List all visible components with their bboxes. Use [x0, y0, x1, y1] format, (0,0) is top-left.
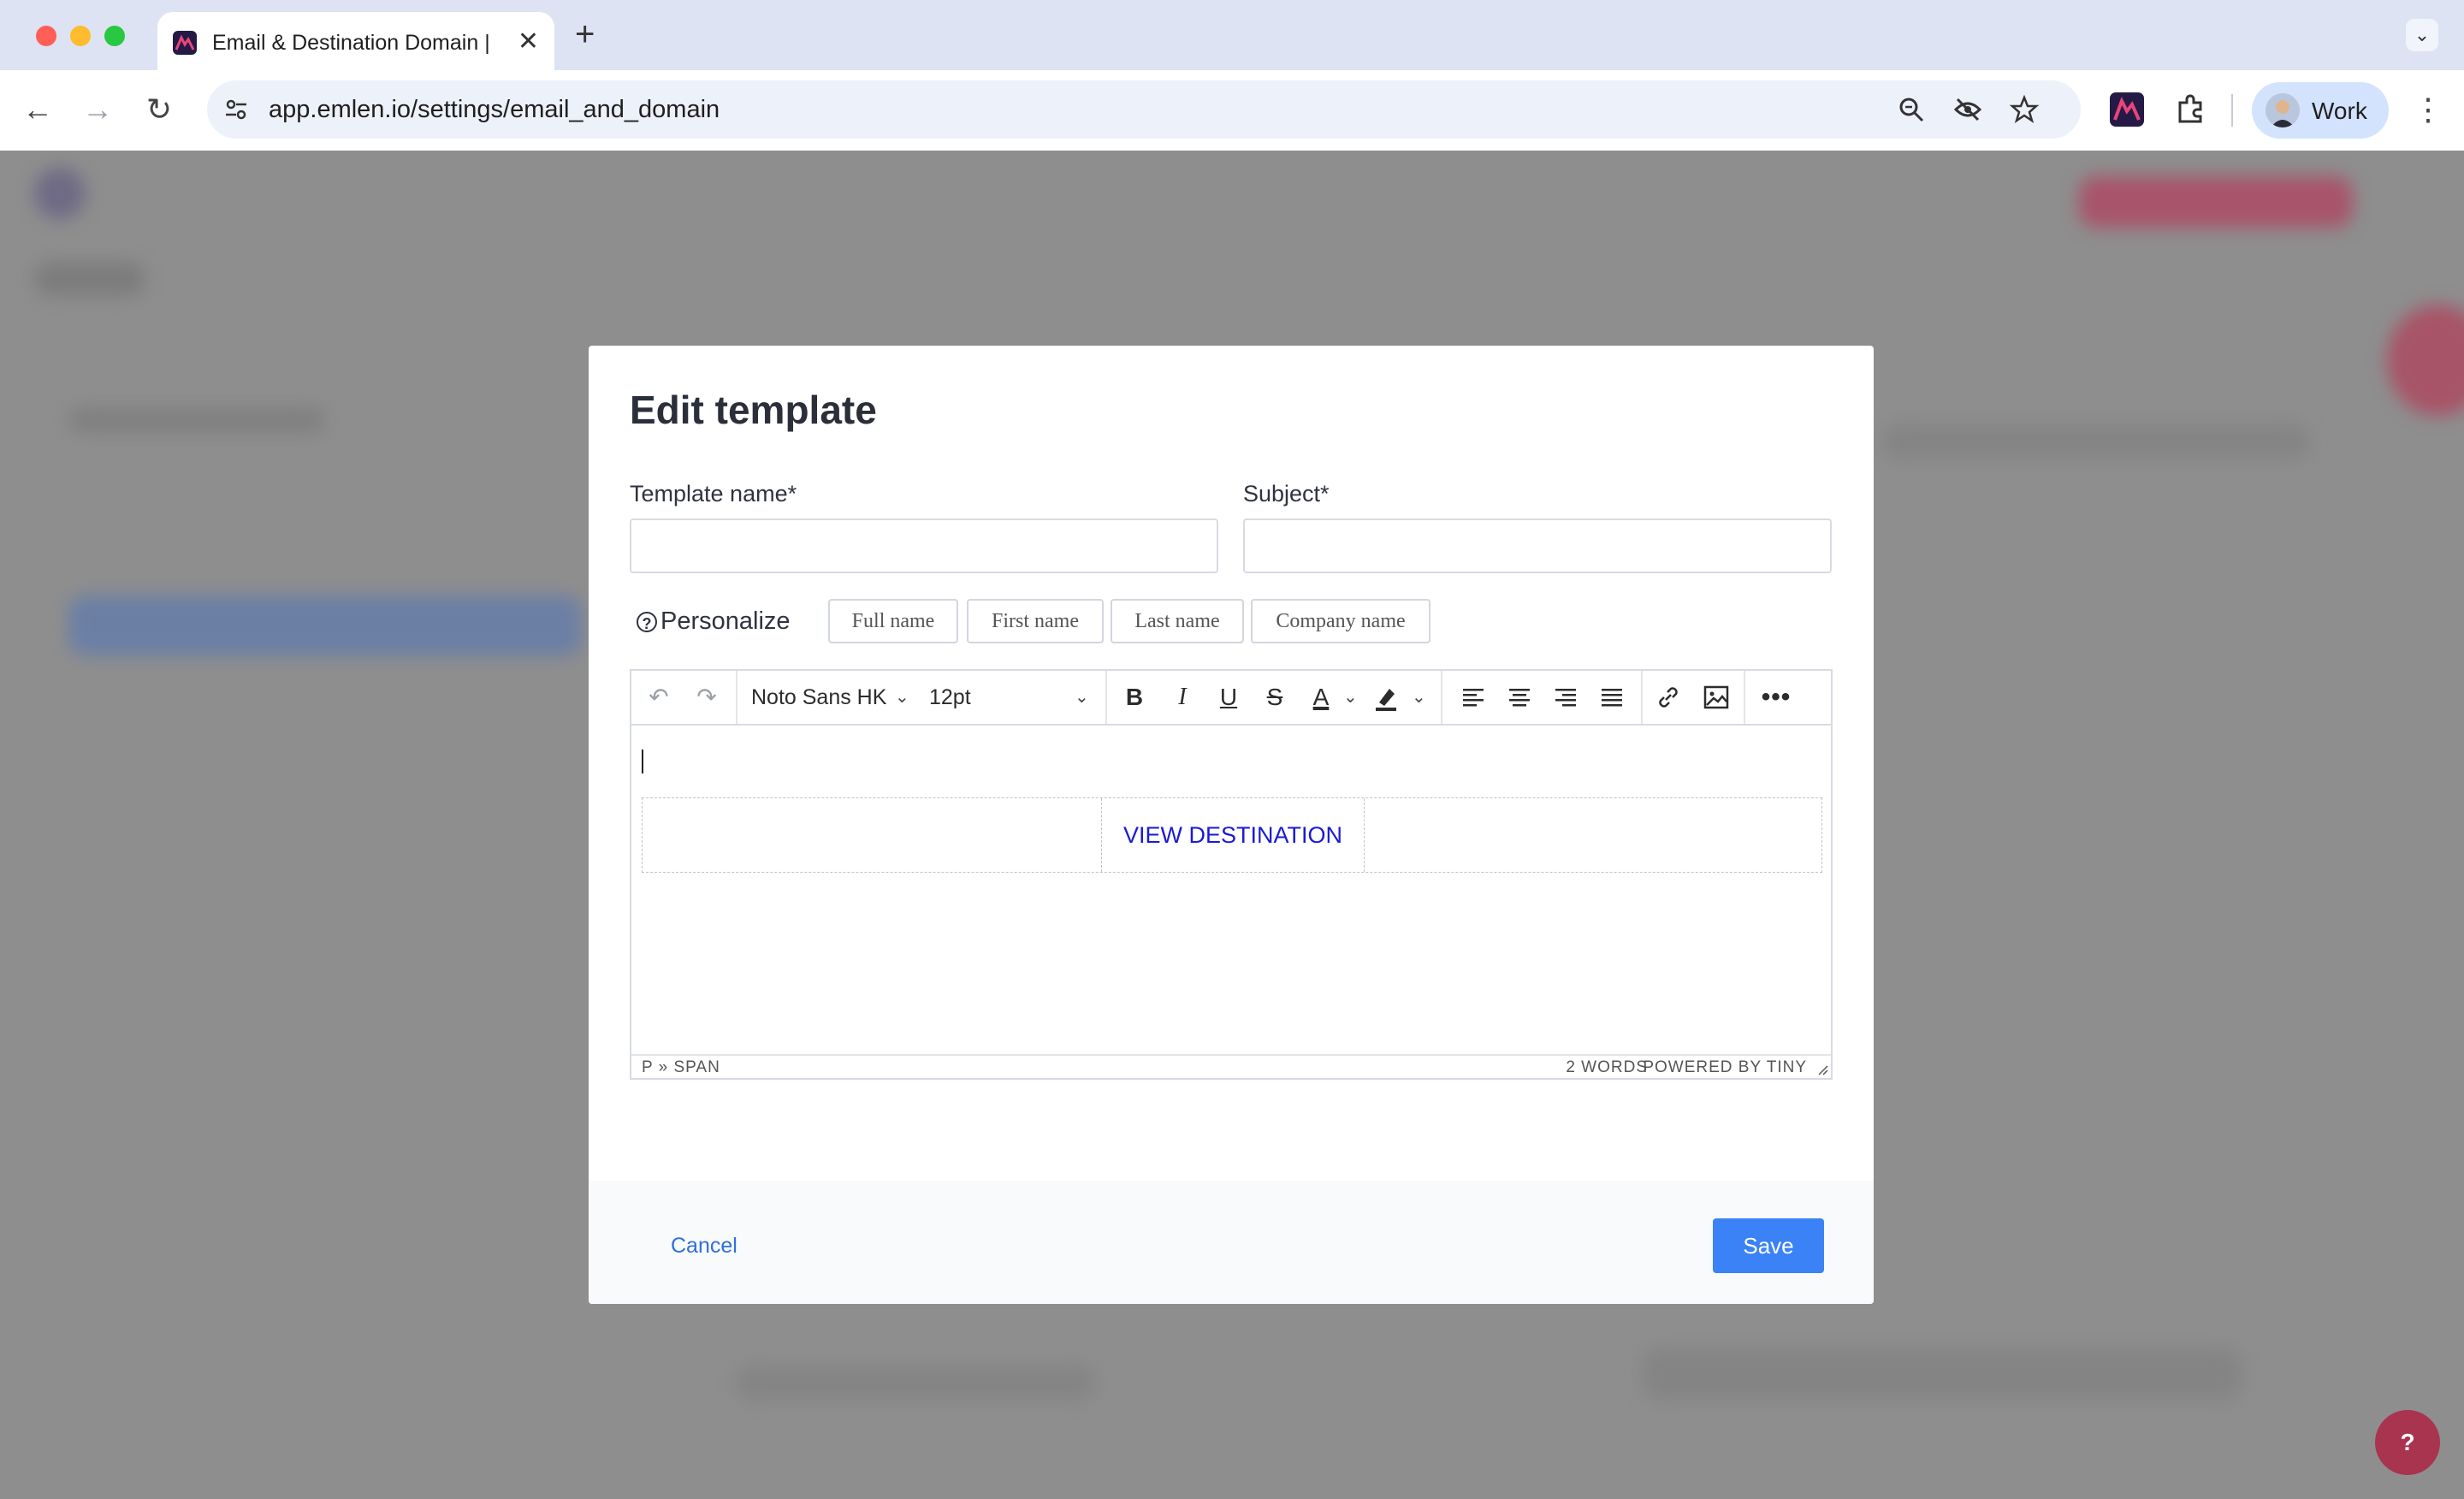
underline-icon[interactable]: U — [1211, 682, 1246, 713]
personalize-company-name-button[interactable]: Company name — [1251, 599, 1430, 643]
toolbar-divider — [2231, 94, 2233, 127]
url-text[interactable]: app.emlen.io/settings/email_and_domain — [269, 96, 720, 124]
text-color-icon[interactable]: A — [1304, 682, 1338, 713]
address-bar[interactable]: app.emlen.io/settings/email_and_domain — [207, 80, 2081, 139]
browser-tab-strip: Email & Destination Domain | ✕ + ⌄ — [0, 0, 2464, 70]
profile-button[interactable]: Work — [2252, 82, 2389, 139]
browser-toolbar: ← → ↻ app.emlen.io/settings/email_and_do… — [0, 70, 2464, 151]
edit-template-modal: Edit template Template name* Subject* ? P… — [589, 346, 1874, 1304]
chevron-down-icon[interactable]: ⌄ — [895, 682, 917, 713]
resize-handle-icon[interactable] — [1815, 1063, 1829, 1076]
align-justify-icon[interactable] — [1596, 682, 1627, 713]
star-icon[interactable] — [2009, 94, 2040, 125]
link-icon[interactable] — [1653, 682, 1684, 713]
forward-icon[interactable]: → — [79, 91, 116, 128]
help-button[interactable]: ? — [2375, 1410, 2440, 1475]
personalize-first-name-button[interactable]: First name — [967, 599, 1104, 643]
highlight-icon[interactable] — [1371, 682, 1401, 713]
help-circle-icon[interactable]: ? — [637, 612, 657, 633]
undo-icon[interactable]: ↶ — [642, 682, 676, 713]
element-path[interactable]: P » SPAN — [642, 1058, 720, 1077]
template-name-label: Template name* — [630, 481, 797, 507]
toolbar-separator — [1744, 671, 1745, 724]
cancel-button[interactable]: Cancel — [671, 1234, 737, 1259]
bold-icon[interactable]: B — [1117, 682, 1152, 713]
back-icon[interactable]: ← — [19, 91, 56, 128]
align-right-icon[interactable] — [1550, 682, 1581, 713]
kebab-menu-icon[interactable]: ⋮ — [2413, 91, 2443, 128]
extension-emlen-icon[interactable] — [2110, 92, 2144, 127]
template-name-input[interactable] — [630, 518, 1218, 573]
align-center-icon[interactable] — [1504, 682, 1535, 713]
modal-footer: Cancel Save — [589, 1181, 1874, 1304]
window-minimize-button[interactable] — [70, 26, 91, 46]
view-destination-link[interactable]: VIEW DESTINATION — [1102, 822, 1364, 849]
align-left-icon[interactable] — [1458, 682, 1489, 713]
personalize-label-group: ? Personalize — [637, 607, 791, 636]
personalize-full-name-button[interactable]: Full name — [828, 599, 958, 643]
editor-toolbar: ↶ ↷ Noto Sans HK ⌄ 12pt ⌄ B I U S A ⌄ ⌄ — [631, 671, 1831, 726]
powered-by-link[interactable]: POWERED BY TINY — [1643, 1058, 1807, 1077]
toolbar-separator — [1441, 671, 1442, 724]
strikethrough-icon[interactable]: S — [1258, 682, 1292, 713]
modal-title: Edit template — [630, 388, 877, 432]
chevron-down-icon[interactable]: ⌄ — [1412, 682, 1434, 713]
window-close-button[interactable] — [36, 26, 56, 46]
redo-icon[interactable]: ↷ — [690, 682, 724, 713]
site-info-icon[interactable] — [222, 96, 250, 123]
editor-content-area[interactable]: VIEW DESTINATION — [631, 726, 1831, 1056]
profile-label: Work — [2312, 98, 2367, 124]
toolbar-separator — [1641, 671, 1643, 724]
subject-input[interactable] — [1243, 518, 1832, 573]
reload-icon[interactable]: ↻ — [140, 91, 178, 128]
more-icon[interactable]: ••• — [1759, 682, 1793, 713]
window-maximize-button[interactable] — [104, 26, 125, 46]
avatar — [2266, 93, 2300, 127]
zoom-icon[interactable] — [1896, 94, 1927, 125]
tab-close-icon[interactable]: ✕ — [518, 29, 539, 55]
eye-off-icon[interactable] — [1952, 94, 1983, 125]
browser-tab-active[interactable]: Email & Destination Domain | ✕ — [157, 12, 554, 70]
chevron-down-icon[interactable]: ⌄ — [1343, 682, 1365, 713]
new-tab-button[interactable]: + — [575, 15, 595, 53]
subject-label: Subject* — [1243, 481, 1330, 507]
tab-title: Email & Destination Domain | — [212, 31, 490, 55]
rich-text-editor: ↶ ↷ Noto Sans HK ⌄ 12pt ⌄ B I U S A ⌄ ⌄ — [630, 669, 1833, 1080]
personalize-label: Personalize — [660, 607, 791, 635]
editor-statusbar: P » SPAN 2 WORDS POWERED BY TINY — [631, 1054, 1831, 1078]
tab-search-chevron-icon[interactable]: ⌄ — [2406, 19, 2438, 51]
destination-cell: VIEW DESTINATION — [1101, 798, 1365, 872]
emlen-favicon-icon — [173, 31, 197, 55]
text-caret — [642, 750, 643, 773]
chevron-down-icon[interactable]: ⌄ — [1075, 682, 1097, 713]
save-button[interactable]: Save — [1713, 1218, 1824, 1273]
italic-icon[interactable]: I — [1165, 682, 1199, 713]
word-count: 2 WORDS — [1566, 1058, 1648, 1076]
destination-table: VIEW DESTINATION — [642, 797, 1822, 873]
toolbar-separator — [736, 671, 737, 724]
personalize-last-name-button[interactable]: Last name — [1111, 599, 1244, 643]
image-icon[interactable] — [1701, 682, 1732, 713]
toolbar-separator — [1105, 671, 1107, 724]
extensions-puzzle-icon[interactable] — [2173, 92, 2207, 127]
